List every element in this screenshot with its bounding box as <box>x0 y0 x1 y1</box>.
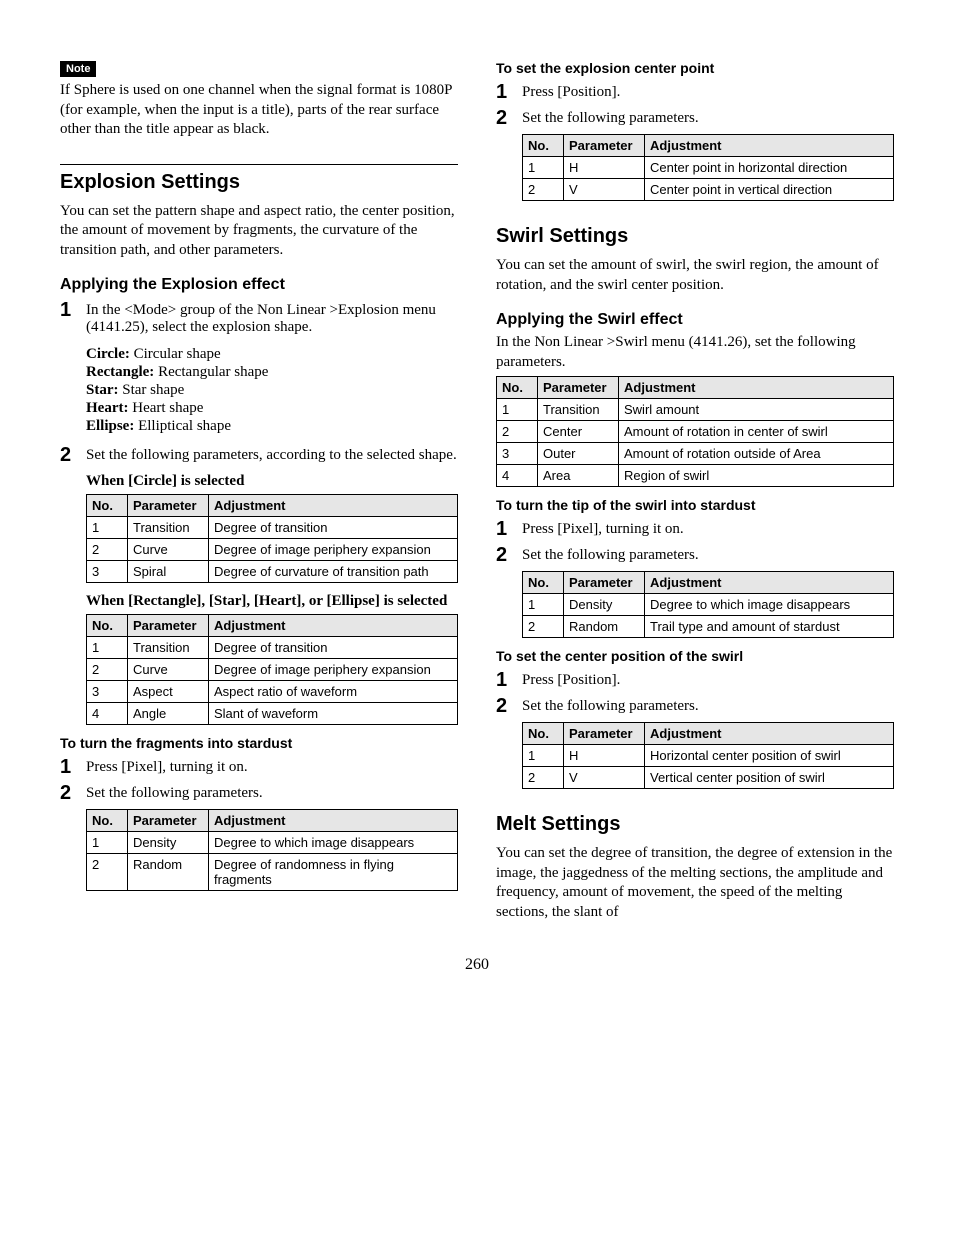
heading-melt-settings: Melt Settings <box>496 813 894 836</box>
heading-explosion-settings: Explosion Settings <box>60 164 458 194</box>
heading-apply-explosion: Applying the Explosion effect <box>60 276 458 294</box>
swirl-menu-text: In the Non Linear >Swirl menu (4141.26),… <box>496 333 894 372</box>
table-caption: When [Rectangle], [Star], [Heart], or [E… <box>86 593 458 610</box>
step-text: Press [Position]. <box>522 670 894 689</box>
shape-list: Circle: Circular shape Rectangle: Rectan… <box>86 346 458 435</box>
note-text: If Sphere is used on one channel when th… <box>60 81 458 140</box>
left-column: Note If Sphere is used on one channel wh… <box>60 60 458 926</box>
table-swirl: No.ParameterAdjustment 1TransitionSwirl … <box>496 376 894 487</box>
step-text: Press [Pixel], turning it on. <box>86 757 458 776</box>
step-text: Set the following parameters. <box>86 783 458 802</box>
step-text: Set the following parameters. <box>522 108 894 127</box>
step-text: Set the following parameters. <box>522 696 894 715</box>
step-text: Press [Position]. <box>522 82 894 101</box>
heading-apply-swirl: Applying the Swirl effect <box>496 311 894 329</box>
step-text: Press [Pixel], turning it on. <box>522 519 894 538</box>
table-caption: When [Circle] is selected <box>86 473 458 490</box>
table-circle: No.ParameterAdjustment 1TransitionDegree… <box>86 494 458 583</box>
swirl-intro: You can set the amount of swirl, the swi… <box>496 256 894 295</box>
page-number: 260 <box>60 956 894 974</box>
step-text: Set the following parameters. <box>522 545 894 564</box>
table-swirl-center: No.ParameterAdjustment 1HHorizontal cent… <box>522 722 894 789</box>
note-badge: Note <box>60 61 96 77</box>
table-swirl-stardust: No.ParameterAdjustment 1DensityDegree to… <box>522 571 894 638</box>
table-rect: No.ParameterAdjustment 1TransitionDegree… <box>86 614 458 725</box>
step-text: Set the following parameters, according … <box>86 445 458 464</box>
heading-swirl-settings: Swirl Settings <box>496 225 894 248</box>
step-number: 2 <box>60 445 86 465</box>
step-number: 2 <box>496 108 522 128</box>
step-number: 1 <box>496 82 522 102</box>
explosion-intro: You can set the pattern shape and aspect… <box>60 202 458 261</box>
step-number: 1 <box>60 757 86 777</box>
heading-swirl-center: To set the center position of the swirl <box>496 648 894 664</box>
step-number: 2 <box>496 545 522 565</box>
step-number: 1 <box>496 670 522 690</box>
step-number: 2 <box>60 783 86 803</box>
step-text: In the <Mode> group of the Non Linear >E… <box>86 300 458 336</box>
melt-intro: You can set the degree of transition, th… <box>496 844 894 922</box>
heading-fragments-stardust: To turn the fragments into stardust <box>60 735 458 751</box>
right-column: To set the explosion center point 1 Pres… <box>496 60 894 926</box>
table-fragments: No.ParameterAdjustment 1DensityDegree to… <box>86 809 458 891</box>
heading-swirl-stardust: To turn the tip of the swirl into stardu… <box>496 497 894 513</box>
heading-explosion-center: To set the explosion center point <box>496 60 894 76</box>
step-number: 1 <box>496 519 522 539</box>
step-number: 1 <box>60 300 86 320</box>
step-number: 2 <box>496 696 522 716</box>
table-explosion-center: No.ParameterAdjustment 1HCenter point in… <box>522 134 894 201</box>
